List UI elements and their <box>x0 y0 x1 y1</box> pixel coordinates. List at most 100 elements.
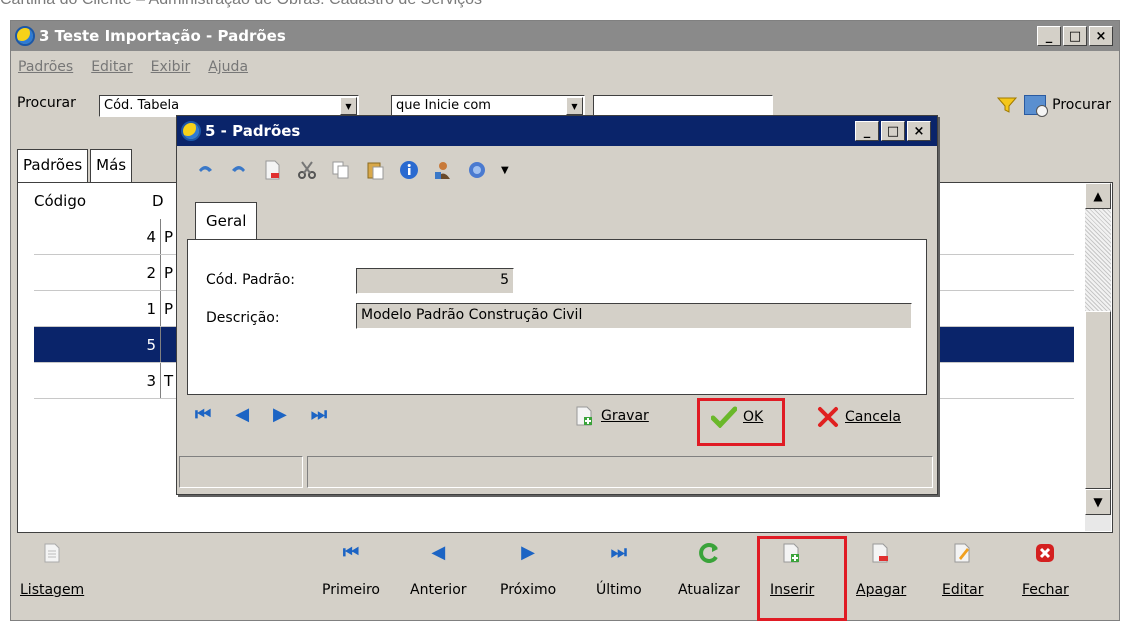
menu-editar[interactable]: Editar <box>88 59 135 75</box>
fechar-label: Fechar <box>1022 582 1069 598</box>
search-button-label: Procurar <box>1052 97 1111 113</box>
minimize-button[interactable]: _ <box>1037 26 1061 46</box>
last-record-icon: ⏭ <box>610 542 627 563</box>
editar-button[interactable]: Editar <box>942 532 983 598</box>
paste-icon[interactable] <box>365 160 385 180</box>
scroll-up-button[interactable]: ▲ <box>1085 183 1111 209</box>
status-cell <box>307 456 933 488</box>
vertical-scrollbar[interactable]: ▲ ▼ <box>1085 183 1111 531</box>
new-document-icon[interactable] <box>263 160 283 180</box>
row-code: 4 <box>34 219 161 254</box>
search-input[interactable] <box>593 95 773 117</box>
dialog-window-controls: _ □ × <box>855 121 931 141</box>
search-button[interactable]: Procurar <box>996 95 1111 117</box>
listagem-label: Listagem <box>20 582 85 598</box>
main-tabs: Padrões Más <box>17 149 134 183</box>
find-icon <box>1024 95 1049 117</box>
dialog-titlebar[interactable]: 5 - Padrões _ □ × <box>177 116 937 146</box>
column-header-codigo[interactable]: Código <box>34 192 86 210</box>
first-record-icon[interactable]: ⏮ <box>195 406 211 424</box>
editar-label: Editar <box>942 582 984 598</box>
search-label: Procurar <box>17 95 76 111</box>
listagem-button[interactable]: Listagem <box>20 532 84 598</box>
close-button[interactable]: × <box>1089 26 1113 46</box>
search-operator-value: que Inicie com <box>396 98 491 113</box>
padroes-dialog: 5 - Padrões _ □ × ▼ Geral Cód. Padrão: 5… <box>176 115 938 495</box>
row-description: P <box>164 299 174 318</box>
cancel-icon <box>818 407 838 427</box>
scroll-track[interactable] <box>1085 209 1111 311</box>
row-code: 2 <box>34 255 161 290</box>
atualizar-button[interactable]: Atualizar <box>678 532 740 598</box>
row-code: 1 <box>34 291 161 326</box>
descricao-field[interactable]: Modelo Padrão Construção Civil <box>356 303 912 329</box>
search-field-value: Cód. Tabela <box>104 98 180 113</box>
filter-icon[interactable] <box>996 96 1018 114</box>
undo-icon[interactable] <box>195 160 215 180</box>
main-window-controls: _ □ × <box>1037 26 1113 46</box>
main-titlebar[interactable]: 3 Teste Importação - Padrões _ □ × <box>11 21 1119 51</box>
primeiro-button[interactable]: ⏮ Primeiro <box>322 532 380 599</box>
ultimo-button[interactable]: ⏭ Último <box>596 532 642 599</box>
user-icon[interactable] <box>433 160 453 180</box>
chevron-down-icon[interactable]: ▼ <box>340 97 357 115</box>
menu-padroes[interactable]: Padrões <box>15 59 76 75</box>
search-field-select[interactable]: Cód. Tabela ▼ <box>99 95 359 117</box>
menu-ajuda[interactable]: Ajuda <box>205 59 251 75</box>
menu-exibir[interactable]: Exibir <box>148 59 194 75</box>
tab-mas[interactable]: Más <box>90 149 133 183</box>
dropdown-arrow-icon[interactable]: ▼ <box>501 165 509 176</box>
minimize-button[interactable]: _ <box>855 121 879 141</box>
inserir-highlight <box>757 536 847 621</box>
primeiro-label: Primeiro <box>322 582 380 598</box>
cut-icon[interactable] <box>297 160 317 180</box>
dialog-toolbar: ▼ <box>177 150 509 190</box>
row-description: P <box>164 227 174 246</box>
cancela-label: Cancela <box>845 409 902 425</box>
delete-icon <box>870 542 892 564</box>
maximize-button[interactable]: □ <box>1063 26 1087 46</box>
previous-record-icon[interactable]: ◀ <box>235 406 249 424</box>
next-record-icon[interactable]: ▶ <box>273 406 287 424</box>
dialog-title: 5 - Padrões <box>205 122 301 140</box>
first-record-icon: ⏮ <box>342 542 360 563</box>
gravar-button[interactable]: Gravar <box>575 406 649 426</box>
scroll-thumb[interactable] <box>1085 311 1111 489</box>
scroll-down-button[interactable]: ▼ <box>1085 489 1111 515</box>
proximo-button[interactable]: ▶ Próximo <box>500 532 557 599</box>
main-window-title: 3 Teste Importação - Padrões <box>39 27 286 45</box>
close-button[interactable]: × <box>907 121 931 141</box>
tab-geral[interactable]: Geral <box>195 202 258 240</box>
status-cell <box>179 456 303 488</box>
copy-icon[interactable] <box>331 160 351 180</box>
cancela-button[interactable]: Cancela <box>817 406 901 428</box>
row-description: T <box>164 371 174 390</box>
app-icon <box>15 26 35 46</box>
last-record-icon[interactable]: ⏭ <box>311 406 327 424</box>
info-icon[interactable] <box>399 160 419 180</box>
column-header-descricao[interactable]: D <box>152 192 164 210</box>
next-record-icon: ▶ <box>521 542 535 563</box>
apagar-button[interactable]: Apagar <box>856 532 906 598</box>
anterior-button[interactable]: ◀ Anterior <box>410 532 467 599</box>
anterior-label: Anterior <box>410 582 467 598</box>
menubar: Padrões Editar Exibir Ajuda <box>15 55 251 79</box>
redo-icon[interactable] <box>229 160 249 180</box>
chevron-down-icon[interactable]: ▼ <box>566 97 583 115</box>
help-icon[interactable] <box>467 160 487 180</box>
ok-highlight <box>697 398 785 446</box>
maximize-button[interactable]: □ <box>881 121 905 141</box>
apagar-label: Apagar <box>856 582 907 598</box>
save-icon <box>576 406 592 426</box>
close-icon <box>1034 542 1056 564</box>
row-description: P <box>164 263 174 282</box>
tab-padroes[interactable]: Padrões <box>17 149 89 183</box>
atualizar-label: Atualizar <box>678 582 740 598</box>
codigo-padrao-field[interactable]: 5 <box>356 268 514 294</box>
fechar-button[interactable]: Fechar <box>1022 532 1069 598</box>
search-operator-select[interactable]: que Inicie com ▼ <box>391 95 585 117</box>
document-icon <box>41 542 63 564</box>
proximo-label: Próximo <box>500 582 557 598</box>
codigo-padrao-label: Cód. Padrão: <box>206 272 296 288</box>
document-caption: Cartilha do Cliente – Administração de O… <box>0 0 482 11</box>
